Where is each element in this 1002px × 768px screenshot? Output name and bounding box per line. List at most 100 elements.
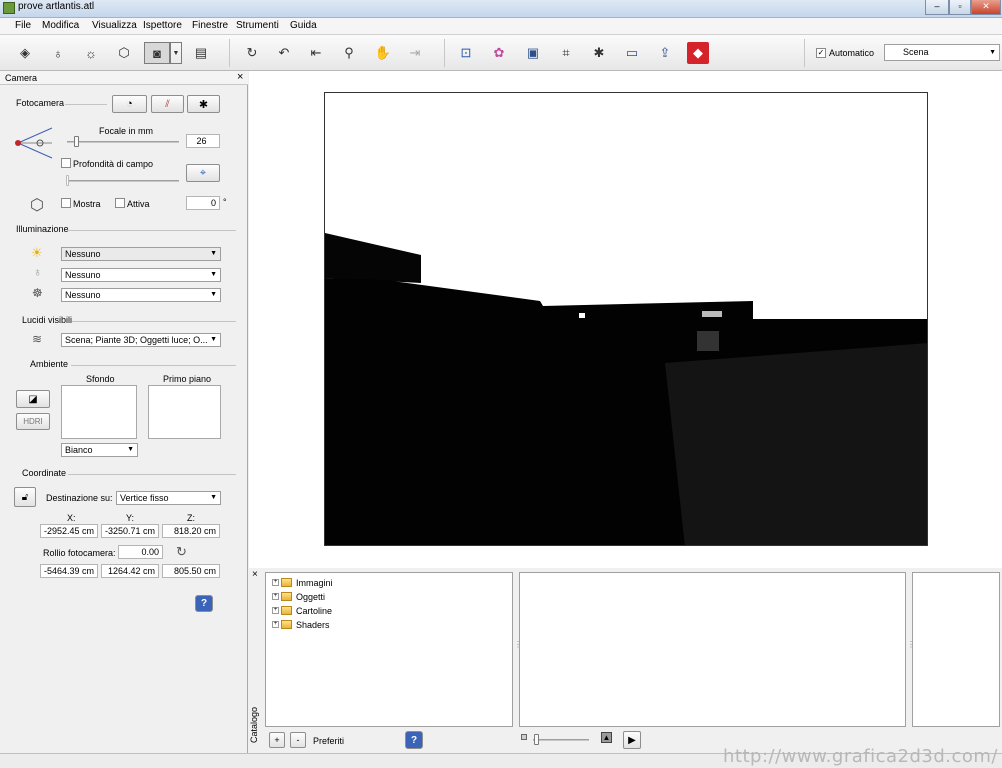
tree-item-cartoline[interactable]: + Cartoline (272, 604, 332, 617)
focale-slider[interactable] (67, 141, 179, 143)
menu-file[interactable]: File (15, 20, 31, 31)
tree-label: Cartoline (296, 605, 333, 616)
background-color-select[interactable]: Bianco ▼ (61, 443, 138, 457)
toolbar-separator (804, 39, 805, 67)
sun-icon[interactable]: ☼ (80, 42, 102, 64)
catalog-preview[interactable] (912, 572, 1000, 727)
minimize-button[interactable]: – (925, 0, 949, 15)
lucidi-heading: Lucidi visibili (22, 315, 73, 325)
tree-item-immagini[interactable]: + Immagini (272, 576, 333, 589)
panel-close-icon[interactable]: × (237, 71, 243, 83)
small-thumbnail-icon[interactable] (521, 734, 527, 740)
menu-ispettore[interactable]: Ispettore (143, 20, 182, 31)
settings-gear-icon[interactable]: ✱ (588, 42, 610, 64)
maximize-button[interactable]: ▫ (949, 0, 971, 15)
angle-input[interactable]: 0 (186, 196, 220, 210)
x2-input[interactable]: -5464.39 cm (40, 564, 98, 578)
parallel-lines-icon[interactable]: ⫽ (151, 95, 184, 113)
mostra-checkbox[interactable] (61, 198, 71, 208)
focale-slider-thumb[interactable] (73, 136, 79, 147)
undo-icon[interactable]: ↶ (273, 42, 295, 64)
remove-favorite-button[interactable]: - (290, 732, 306, 748)
rollio-input[interactable]: 0.00 (118, 545, 163, 559)
pan-hand-icon[interactable]: ✋ (372, 42, 394, 64)
catalog-help-button[interactable]: ? (405, 731, 423, 749)
camera-mode-icon[interactable]: ◔ (112, 95, 147, 113)
menu-finestre[interactable]: Finestre (192, 20, 228, 31)
photo-icon[interactable]: ▣ (522, 42, 544, 64)
light-select[interactable]: Nessuno ▼ (61, 268, 221, 282)
lucidi-select-value: Scena; Piante 3D; Oggetti luce; O... (65, 335, 208, 345)
help-button[interactable]: ? (195, 595, 213, 612)
catalog-close-icon[interactable]: × (252, 569, 258, 580)
rotate-icon[interactable]: ↻ (176, 544, 187, 560)
orbit-icon[interactable]: ↻ (241, 42, 263, 64)
camera-settings-icon[interactable]: ✱ (187, 95, 220, 113)
lock-icon[interactable]: 🔓︎ (14, 487, 36, 507)
render-icon[interactable]: ◆ (687, 42, 709, 64)
crop-icon[interactable]: ⌗ (555, 42, 577, 64)
camera-icon[interactable]: ◙ (144, 42, 170, 64)
chevron-down-icon: ▼ (210, 334, 217, 346)
menu-bar: File Modifica Visualizza Ispettore Fines… (0, 18, 1002, 35)
z2-input[interactable]: 805.50 cm (162, 564, 220, 578)
expand-icon[interactable]: + (272, 621, 279, 628)
heliodon-select[interactable]: Nessuno ▼ (61, 288, 221, 302)
close-window-button[interactable]: ✕ (971, 0, 1001, 15)
z-input[interactable]: 818.20 cm (162, 524, 220, 538)
y-input[interactable]: -3250.71 cm (101, 524, 159, 538)
export-icon[interactable]: ⇪ (654, 42, 676, 64)
focus-target-icon[interactable]: ⌖ (186, 164, 220, 182)
play-icon[interactable]: ▶ (623, 731, 641, 749)
perspective-icon[interactable]: ⊡ (455, 42, 477, 64)
menu-strumenti[interactable]: Strumenti (236, 20, 279, 31)
object-cube-icon[interactable]: ⬡ (113, 42, 135, 64)
x-label: X: (67, 513, 76, 523)
automatico-checkbox[interactable]: ✓ (816, 48, 826, 58)
add-favorite-button[interactable]: + (269, 732, 285, 748)
thumbnail-size-thumb[interactable] (534, 734, 539, 745)
animation-icon[interactable]: ▤ (190, 42, 212, 64)
zoom-icon[interactable]: ⚲ (338, 42, 360, 64)
back-icon[interactable]: ⇤ (305, 42, 327, 64)
expand-icon[interactable]: + (272, 593, 279, 600)
scene-select[interactable]: Scena ▼ (884, 44, 1000, 61)
attiva-checkbox[interactable] (115, 198, 125, 208)
camera-dropdown-icon[interactable]: ▼ (170, 42, 182, 64)
light-bulb-icon[interactable]: ♁ (47, 42, 69, 64)
lucidi-select[interactable]: Scena; Piante 3D; Oggetti luce; O... ▼ (61, 333, 221, 347)
inspector-panel: Camera × Fotocamera ◔ ⫽ ✱ Focale in mm 2… (0, 71, 248, 753)
menu-modifica[interactable]: Modifica (42, 20, 79, 31)
background-image-icon[interactable]: ◪ (16, 390, 50, 408)
y2-input[interactable]: 1264.42 cm (101, 564, 159, 578)
menu-guida[interactable]: Guida (290, 20, 317, 31)
expand-icon[interactable]: + (272, 579, 279, 586)
destinazione-select[interactable]: Vertice fisso ▼ (116, 491, 221, 505)
redo-icon[interactable]: ⇥ (404, 42, 426, 64)
hdri-button[interactable]: HDRI (16, 413, 50, 430)
tree-item-shaders[interactable]: + Shaders (272, 618, 330, 631)
tree-item-oggetti[interactable]: + Oggetti (272, 590, 325, 603)
render-preview[interactable] (324, 92, 928, 546)
palette-icon[interactable]: ✿ (488, 42, 510, 64)
toolbar-separator (444, 39, 445, 67)
focale-input[interactable]: 26 (186, 134, 220, 148)
sfondo-preview[interactable] (61, 385, 137, 439)
profondita-slider-thumb[interactable] (66, 175, 69, 186)
chevron-down-icon: ▼ (989, 49, 996, 56)
primo-piano-preview[interactable] (148, 385, 221, 439)
profondita-slider[interactable] (67, 180, 179, 182)
preview-window-icon[interactable]: ▭ (621, 42, 643, 64)
large-thumbnail-icon[interactable]: ▲ (601, 732, 612, 743)
catalog-tree[interactable]: + Immagini + Oggetti + Cartoline + Shaders (265, 572, 513, 727)
sun-select[interactable]: Nessuno ▼ (61, 247, 221, 261)
catalog-content[interactable] (519, 572, 906, 727)
expand-icon[interactable]: + (272, 607, 279, 614)
panel-title: Camera (5, 73, 38, 83)
shader-bucket-icon[interactable]: ◈ (14, 42, 36, 64)
profondita-checkbox[interactable] (61, 158, 71, 168)
box-3d-icon: ⬡ (30, 197, 44, 214)
x-input[interactable]: -2952.45 cm (40, 524, 98, 538)
menu-visualizza[interactable]: Visualizza (92, 20, 137, 31)
thumbnail-size-slider[interactable] (533, 739, 589, 741)
